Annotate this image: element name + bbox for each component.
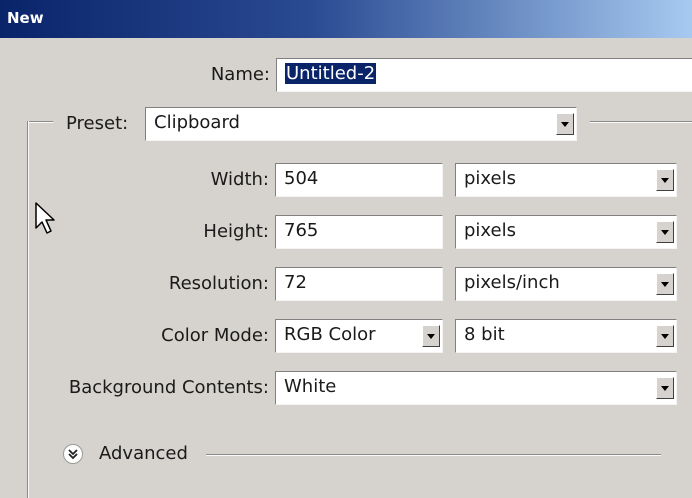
dialog-title: New	[7, 9, 44, 27]
background-select[interactable]: White	[275, 371, 677, 405]
chevron-down-icon[interactable]	[556, 113, 574, 135]
advanced-toggle[interactable]	[63, 444, 83, 464]
preset-group-top-left	[27, 121, 53, 123]
resolution-label: Resolution:	[168, 273, 269, 294]
height-unit-value: pixels	[464, 220, 516, 241]
title-bar: New	[0, 0, 692, 38]
advanced-label[interactable]: Advanced	[99, 443, 188, 464]
resolution-value: 72	[284, 272, 307, 293]
chevron-down-icon[interactable]	[656, 221, 674, 243]
height-value: 765	[284, 220, 319, 241]
height-label: Height:	[203, 221, 269, 242]
bit-depth-select[interactable]: 8 bit	[455, 319, 677, 353]
resolution-unit-select[interactable]: pixels/inch	[455, 267, 677, 301]
name-input[interactable]: Untitled-2	[276, 58, 692, 92]
background-value: White	[284, 376, 337, 397]
double-chevron-down-icon	[68, 449, 78, 460]
preset-group-top-right	[590, 121, 692, 123]
chevron-down-icon[interactable]	[656, 325, 674, 347]
preset-select[interactable]: Clipboard	[145, 107, 577, 141]
width-value: 504	[284, 168, 319, 189]
name-label: Name:	[210, 64, 270, 85]
bit-depth-value: 8 bit	[464, 324, 505, 345]
height-input[interactable]: 765	[275, 215, 443, 249]
chevron-down-icon[interactable]	[656, 169, 674, 191]
width-label: Width:	[210, 169, 269, 190]
width-unit-select[interactable]: pixels	[455, 163, 677, 197]
preset-value: Clipboard	[154, 112, 240, 133]
color-mode-value: RGB Color	[284, 324, 376, 345]
chevron-down-icon[interactable]	[656, 273, 674, 295]
resolution-input[interactable]: 72	[275, 267, 443, 301]
width-input[interactable]: 504	[275, 163, 443, 197]
background-label: Background Contents:	[68, 377, 269, 398]
height-unit-select[interactable]: pixels	[455, 215, 677, 249]
color-mode-select[interactable]: RGB Color	[275, 319, 443, 353]
mouse-pointer-icon	[35, 202, 55, 234]
color-mode-label: Color Mode:	[161, 325, 269, 346]
preset-label: Preset:	[66, 113, 129, 134]
resolution-unit-value: pixels/inch	[464, 272, 560, 293]
chevron-down-icon[interactable]	[422, 325, 440, 347]
advanced-divider	[206, 454, 661, 456]
chevron-down-icon[interactable]	[656, 377, 674, 399]
name-value: Untitled-2	[285, 63, 377, 84]
width-unit-value: pixels	[464, 168, 516, 189]
preset-group-left	[27, 121, 29, 498]
